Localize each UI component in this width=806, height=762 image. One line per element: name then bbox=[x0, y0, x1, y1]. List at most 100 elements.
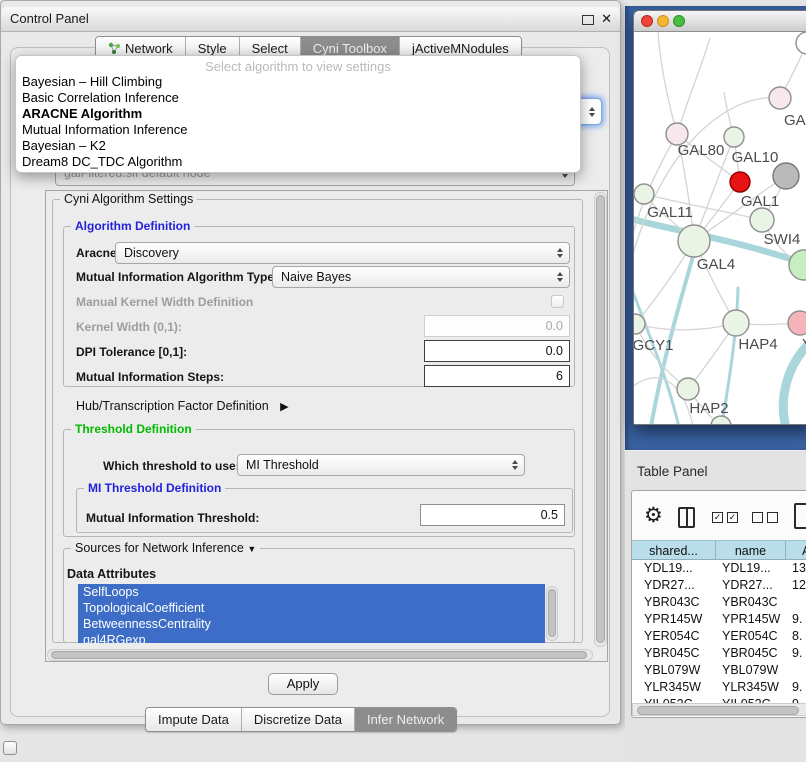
network-edges-teal bbox=[634, 218, 806, 424]
apply-button[interactable]: Apply bbox=[268, 673, 338, 695]
mi-algorithm-type-combobox[interactable]: Naive Bayes bbox=[272, 266, 570, 288]
algorithm-item-bayesian-hill[interactable]: Bayesian – Hill Climbing bbox=[22, 74, 162, 90]
label-gal4: GAL4 bbox=[697, 256, 735, 273]
node-hap4[interactable] bbox=[723, 310, 749, 336]
node-red[interactable] bbox=[730, 172, 750, 192]
node-gal[interactable] bbox=[769, 87, 791, 109]
table-row[interactable]: YBL079W YBL079W bbox=[632, 662, 806, 679]
which-threshold-label: Which threshold to use: bbox=[103, 459, 240, 473]
table-row[interactable]: YBR045C YBR045C 9. bbox=[632, 645, 806, 662]
unchecked-box-icon[interactable] bbox=[767, 512, 778, 523]
screen: Control Panel ✕ Network Style Select Cyn… bbox=[0, 0, 806, 762]
table-scrollbar-thumb[interactable] bbox=[637, 706, 799, 715]
table-row[interactable]: YDL19... YDL19... 13 bbox=[632, 560, 806, 577]
algorithm-dropdown-popup: Select algorithm to view settings Bayesi… bbox=[15, 55, 581, 173]
table-horizontal-scrollbar[interactable] bbox=[632, 703, 806, 716]
settings-horizontal-scrollbar[interactable] bbox=[47, 649, 593, 661]
cell-name: YLR345W bbox=[716, 679, 786, 696]
tab-network-label: Network bbox=[125, 41, 173, 56]
cell-shared-name: YDR27... bbox=[632, 577, 716, 594]
node-gal1[interactable] bbox=[750, 208, 774, 232]
node-top-right[interactable] bbox=[796, 32, 806, 54]
network-window-titlebar[interactable] bbox=[634, 11, 806, 32]
network-node-labels: GAL GAL80 GAL10 GAL11 GAL1 SWI4 GAL4 GCY… bbox=[634, 112, 806, 417]
mi-threshold-label: Mutual Information Threshold: bbox=[86, 511, 259, 525]
network-icon bbox=[108, 42, 121, 55]
minimized-panel-icon[interactable] bbox=[3, 741, 17, 755]
tab-infer-network-label: Infer Network bbox=[367, 712, 444, 727]
mi-threshold-input[interactable]: 0.5 bbox=[420, 504, 565, 526]
node-gray[interactable] bbox=[773, 163, 799, 189]
tab-infer-network[interactable]: Infer Network bbox=[355, 708, 456, 731]
tab-discretize-data[interactable]: Discretize Data bbox=[242, 708, 355, 731]
network-canvas[interactable]: GAL GAL80 GAL10 GAL11 GAL1 SWI4 GAL4 GCY… bbox=[634, 32, 806, 424]
cell-shared-name: YIL052C bbox=[632, 696, 716, 703]
split-columns-icon[interactable] bbox=[678, 507, 695, 528]
algorithm-item-basic-correlation[interactable]: Basic Correlation Inference bbox=[22, 90, 179, 106]
tab-impute-data[interactable]: Impute Data bbox=[146, 708, 242, 731]
attribute-item-betweennesscentrality[interactable]: BetweennessCentrality bbox=[78, 616, 545, 632]
dpi-tolerance-input[interactable]: 0.0 bbox=[424, 340, 570, 362]
unchecked-box-icon[interactable] bbox=[752, 512, 763, 523]
cell-shared-name: YER054C bbox=[632, 628, 716, 645]
gear-icon[interactable]: ⚙ bbox=[644, 504, 663, 528]
checked-box-icon[interactable]: ✓ bbox=[712, 512, 723, 523]
float-panel-icon[interactable] bbox=[582, 15, 594, 25]
mi-steps-input[interactable]: 6 bbox=[424, 365, 570, 387]
aracne-mode-combobox[interactable]: Discovery bbox=[115, 242, 570, 264]
table-row[interactable]: YBR043C YBR043C bbox=[632, 594, 806, 611]
kernel-width-label: Kernel Width (0,1): bbox=[76, 320, 182, 334]
which-threshold-combobox[interactable]: MI Threshold bbox=[237, 454, 525, 476]
vertical-scrollbar-thumb[interactable] bbox=[596, 195, 605, 643]
attributes-scrollbar-thumb[interactable] bbox=[548, 589, 556, 637]
column-header-name[interactable]: name bbox=[716, 540, 786, 560]
hub-definition-expander[interactable]: Hub/Transcription Factor Definition ▶ bbox=[76, 399, 289, 413]
collapse-down-icon: ▼ bbox=[247, 544, 256, 554]
settings-vertical-scrollbar[interactable] bbox=[594, 192, 607, 647]
attribute-item-selfloops[interactable]: SelfLoops bbox=[78, 584, 545, 600]
table-panel-title: Table Panel bbox=[637, 464, 708, 479]
combo-arrows-icon bbox=[557, 272, 563, 282]
table-row[interactable]: YER054C YER054C 8. bbox=[632, 628, 806, 645]
window-zoom-button[interactable] bbox=[673, 15, 685, 27]
cell-value: 13 bbox=[786, 560, 806, 577]
column-header-third[interactable]: A bbox=[786, 540, 806, 560]
kernel-width-input[interactable]: 0.0 bbox=[424, 315, 570, 337]
node-bottom[interactable] bbox=[711, 416, 731, 424]
close-panel-icon[interactable]: ✕ bbox=[601, 11, 612, 27]
window-close-button[interactable] bbox=[641, 15, 653, 27]
algorithm-item-bayesian-k2[interactable]: Bayesian – K2 bbox=[22, 138, 106, 154]
tab-jactivemnodules-label: jActiveMNodules bbox=[412, 41, 509, 56]
node-gal10[interactable] bbox=[724, 127, 744, 147]
document-icon[interactable] bbox=[794, 503, 806, 529]
tab-style-label: Style bbox=[198, 41, 227, 56]
node-gal4[interactable] bbox=[678, 225, 710, 257]
cell-shared-name: YBR045C bbox=[632, 645, 716, 662]
algorithm-item-mutual-information[interactable]: Mutual Information Inference bbox=[22, 122, 187, 138]
table-row[interactable]: YDR27... YDR27... 12 bbox=[632, 577, 806, 594]
node-hap2[interactable] bbox=[677, 378, 699, 400]
manual-kernel-width-checkbox[interactable] bbox=[551, 295, 564, 308]
window-minimize-button[interactable] bbox=[657, 15, 669, 27]
attributes-list-scrollbar[interactable] bbox=[546, 586, 558, 641]
table-row[interactable]: YLR345W YLR345W 9. bbox=[632, 679, 806, 696]
node-swi4[interactable] bbox=[789, 250, 806, 280]
algorithm-item-aracne[interactable]: ARACNE Algorithm bbox=[22, 106, 142, 122]
checked-box-icon[interactable]: ✓ bbox=[727, 512, 738, 523]
table-row[interactable]: YPR145W YPR145W 9. bbox=[632, 611, 806, 628]
combo-arrows-icon bbox=[557, 248, 563, 258]
tab-impute-data-label: Impute Data bbox=[158, 712, 229, 727]
cell-value bbox=[786, 662, 806, 679]
attribute-item-gal4rgexp[interactable]: gal4RGexp bbox=[78, 632, 545, 643]
algorithm-item-dream8[interactable]: Dream8 DC_TDC Algorithm bbox=[22, 154, 182, 170]
table-row[interactable]: YIL052C YIL052C 9. bbox=[632, 696, 806, 703]
data-attributes-label: Data Attributes bbox=[67, 567, 156, 581]
column-header-shared-name[interactable]: shared... bbox=[632, 540, 716, 560]
dpi-tolerance-label: DPI Tolerance [0,1]: bbox=[76, 345, 187, 359]
attribute-item-topologicalcoefficient[interactable]: TopologicalCoefficient bbox=[78, 600, 545, 616]
node-y[interactable] bbox=[788, 311, 806, 335]
sources-title[interactable]: Sources for Network Inference ▼ bbox=[71, 541, 260, 555]
horizontal-scrollbar-thumb[interactable] bbox=[51, 651, 587, 659]
mi-algorithm-type-value: Naive Bayes bbox=[281, 270, 351, 284]
node-gal11[interactable] bbox=[634, 184, 654, 204]
